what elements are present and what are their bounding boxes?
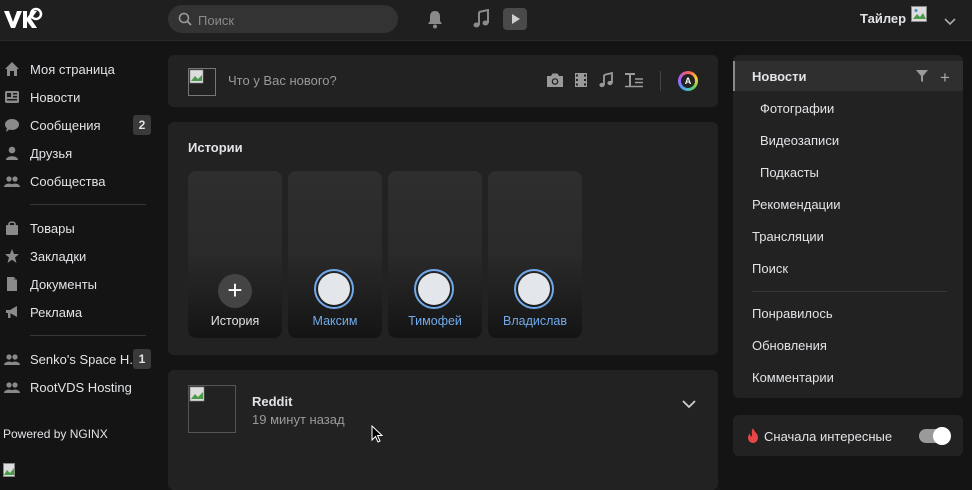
sidebar-item-label: Документы: [30, 277, 98, 292]
interesting-first-toggle-row[interactable]: Сначала интересные: [733, 415, 963, 456]
menu-item-liked[interactable]: Понравилось: [752, 306, 833, 321]
sidebar-item-communities[interactable]: Сообщества: [0, 167, 150, 195]
unread-badge: 2: [133, 115, 151, 135]
story-item[interactable]: Тимофей: [388, 171, 482, 338]
post-timestamp[interactable]: 19 минут назад: [252, 412, 345, 427]
menu-item-updates[interactable]: Обновления: [752, 338, 827, 353]
play-button[interactable]: [503, 8, 527, 30]
fire-icon: [747, 428, 759, 446]
sidebar-item-rootvds[interactable]: RootVDS Hosting: [0, 373, 150, 401]
sidebar-item-ads[interactable]: Реклама: [0, 298, 150, 326]
sidebar-item-my-page[interactable]: Моя страница: [0, 55, 150, 83]
video-film-icon[interactable]: [573, 72, 589, 91]
sidebar-item-label: Сообщества: [30, 174, 106, 189]
search-input[interactable]: [196, 10, 390, 30]
article-text-icon[interactable]: [624, 72, 644, 91]
composer-divider: [660, 71, 661, 91]
sidebar-item-news[interactable]: Новости: [0, 83, 150, 111]
groups-icon: [4, 351, 20, 367]
author-avatar-icon[interactable]: A: [678, 71, 698, 91]
chevron-down-icon[interactable]: [682, 397, 696, 412]
user-name[interactable]: Тайлер: [860, 11, 906, 26]
menu-item-recommendations[interactable]: Рекомендации: [752, 197, 841, 212]
sidebar-item-label: Закладки: [30, 249, 87, 264]
vk-logo[interactable]: [2, 6, 44, 32]
play-icon: [512, 14, 520, 24]
composer-input[interactable]: Что у Вас нового?: [228, 73, 337, 88]
camera-icon[interactable]: [546, 72, 564, 91]
music-note-icon[interactable]: [472, 8, 490, 32]
chevron-down-icon[interactable]: [944, 14, 956, 29]
sidebar-item-label: RootVDS Hosting: [30, 380, 132, 395]
friend-icon: [4, 145, 20, 161]
sidebar-item-market[interactable]: Товары: [0, 214, 150, 242]
news-filter-menu: Новости + Фотографии Видеозаписи Подкаст…: [733, 55, 963, 398]
user-avatar[interactable]: [911, 6, 931, 26]
home-icon: [4, 61, 20, 77]
news-icon: [4, 89, 20, 105]
menu-item-photos[interactable]: Фотографии: [760, 101, 834, 116]
search-icon: [178, 12, 192, 29]
feed-post: Reddit 19 минут назад: [168, 370, 718, 490]
menu-item-comments[interactable]: Комментарии: [752, 370, 834, 385]
stories-block: Истории + История Максим Тимофей Владисл…: [168, 122, 718, 355]
story-add[interactable]: + История: [188, 171, 282, 338]
text-cursor-icon: [371, 424, 384, 448]
sidebar-item-friends[interactable]: Друзья: [0, 139, 150, 167]
search-box[interactable]: [168, 5, 398, 33]
sidebar-item-label: Моя страница: [30, 62, 115, 77]
stories-title: Истории: [188, 140, 243, 155]
bag-icon: [4, 220, 20, 236]
menu-item-broadcasts[interactable]: Трансляции: [752, 229, 824, 244]
star-icon: [4, 248, 20, 264]
sidebar-divider: [30, 335, 146, 336]
groups-icon: [4, 173, 20, 189]
story-name: Тимофей: [408, 314, 462, 328]
music-note-icon[interactable]: [598, 71, 614, 91]
add-list-plus-icon[interactable]: +: [940, 68, 950, 88]
notifications-bell-icon[interactable]: [426, 9, 444, 32]
sidebar-item-bookmarks[interactable]: Закладки: [0, 242, 150, 270]
menu-item-news[interactable]: Новости: [752, 69, 807, 84]
story-item[interactable]: Максим: [288, 171, 382, 338]
story-item[interactable]: Владислав: [488, 171, 582, 338]
sidebar-item-messages[interactable]: Сообщения 2: [0, 111, 151, 139]
document-icon: [4, 276, 20, 292]
filter-icon[interactable]: [916, 70, 928, 85]
interesting-first-label: Сначала интересные: [764, 429, 893, 444]
interesting-first-toggle[interactable]: [919, 427, 951, 445]
menu-item-videos[interactable]: Видеозаписи: [760, 133, 839, 148]
story-avatar: [314, 269, 354, 309]
messages-icon: [4, 117, 20, 133]
story-name: История: [210, 314, 260, 328]
sidebar-item-documents[interactable]: Документы: [0, 270, 150, 298]
groups-icon: [4, 379, 20, 395]
story-name: Максим: [312, 314, 358, 328]
post-author-avatar[interactable]: [188, 385, 236, 433]
unread-badge: 1: [133, 349, 151, 369]
powered-by-text: Powered by NGINX: [3, 427, 108, 441]
sidebar-item-label: Сообщения: [30, 118, 101, 133]
story-name: Владислав: [503, 314, 567, 328]
sidebar-divider: [30, 204, 146, 205]
sidebar-item-label: Senko's Space H...: [30, 352, 141, 367]
story-avatar: [514, 269, 554, 309]
sidebar-item-label: Друзья: [30, 146, 73, 161]
menu-item-search[interactable]: Поиск: [752, 261, 788, 276]
top-header: Тайлер: [0, 0, 972, 41]
composer-avatar: [188, 68, 216, 96]
megaphone-icon: [4, 304, 20, 320]
sidebar-item-label: Реклама: [30, 305, 83, 320]
post-author-name[interactable]: Reddit: [252, 394, 292, 409]
add-story-plus-icon[interactable]: +: [218, 274, 252, 308]
sidebar-item-senkos-space[interactable]: Senko's Space H... 1: [0, 345, 151, 373]
story-avatar: [414, 269, 454, 309]
menu-divider: [752, 291, 947, 292]
broken-image-icon: [3, 463, 15, 477]
sidebar-item-label: Новости: [30, 90, 81, 105]
post-composer: Что у Вас нового? A: [168, 55, 718, 107]
sidebar-item-label: Товары: [30, 221, 75, 236]
menu-item-podcasts[interactable]: Подкасты: [760, 165, 819, 180]
